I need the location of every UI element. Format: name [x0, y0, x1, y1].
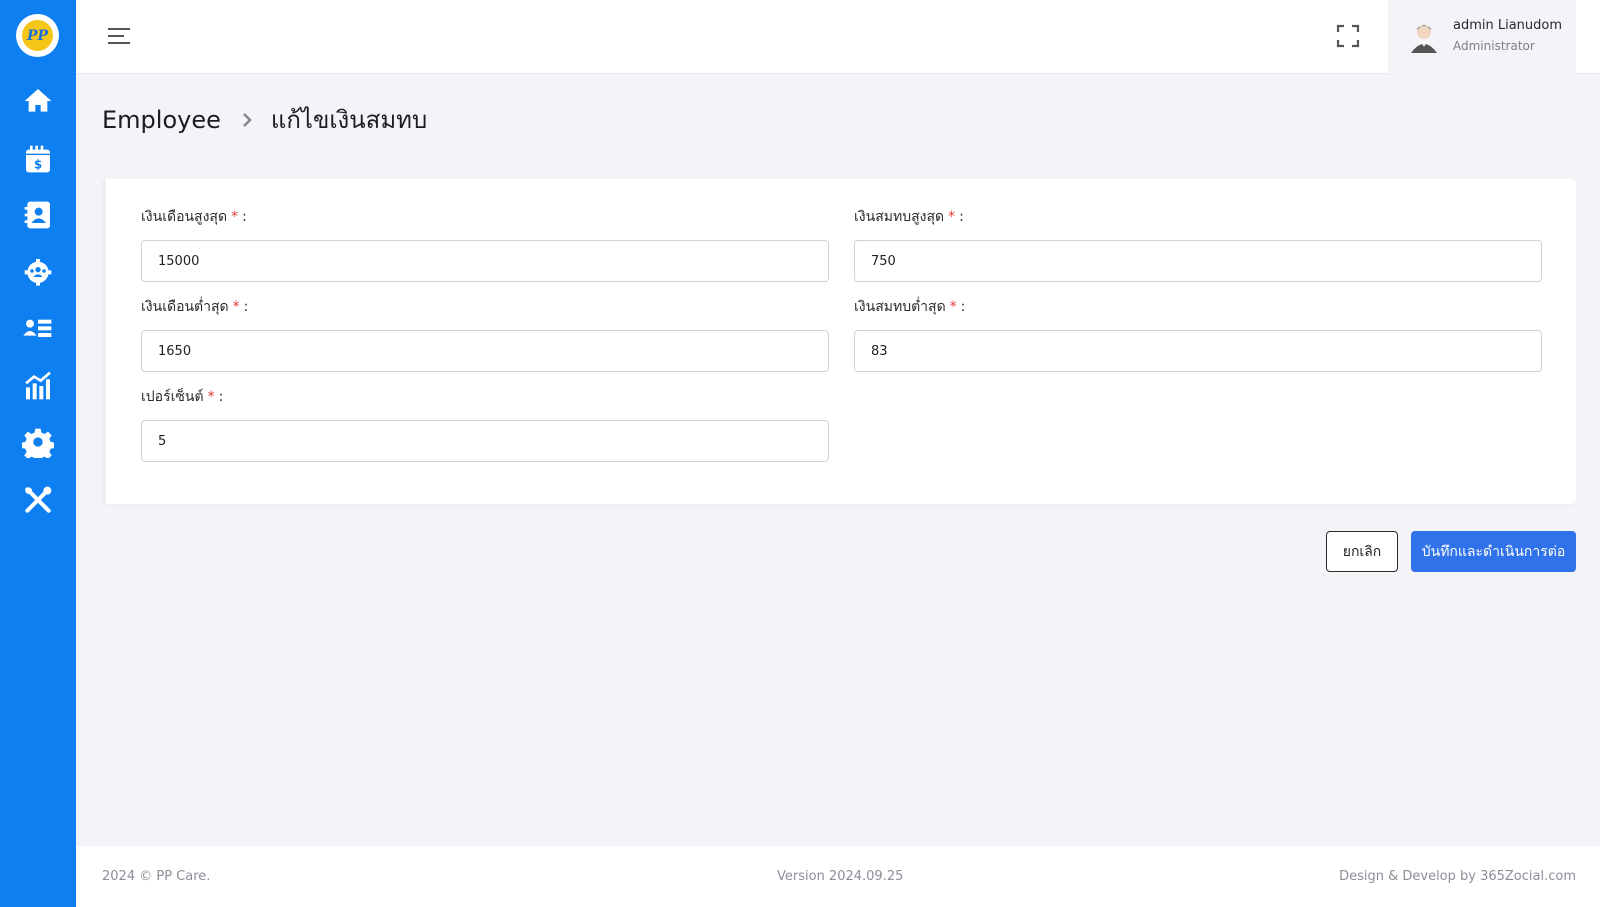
percent-field: เปอร์เซ็นต์ *: — [141, 386, 829, 462]
app-logo[interactable]: PP — [16, 14, 59, 57]
min-salary-input[interactable] — [141, 330, 829, 372]
footer-credit: Design & Develop by 365Zocial.com — [1339, 869, 1576, 884]
svg-text:$: $ — [33, 157, 41, 171]
menu-toggle-icon[interactable] — [106, 22, 134, 50]
min-contribution-field: เงินสมทบต่ำสุด *: — [854, 296, 1542, 372]
user-name: admin Lianudom — [1453, 18, 1563, 33]
cancel-button[interactable]: ยกเลิก — [1326, 531, 1398, 572]
sidebar-item-settings[interactable] — [19, 423, 56, 460]
sidebar: PP $ — [0, 0, 76, 907]
footer: 2024 © PP Care. Version 2024.09.25 Desig… — [76, 846, 1600, 907]
footer-copyright: 2024 © PP Care. — [102, 869, 211, 884]
sidebar-item-tools[interactable] — [19, 481, 56, 518]
min-contribution-input[interactable] — [854, 330, 1542, 372]
sidebar-item-user-list[interactable] — [19, 310, 56, 347]
max-contribution-field: เงินสมทบสูงสุด *: — [854, 206, 1542, 282]
salary-calendar-icon: $ — [25, 145, 50, 172]
min-salary-field: เงินเดือนต่ำสุด *: — [141, 296, 829, 372]
save-continue-button[interactable]: บันทึกและดำเนินการต่อ — [1411, 531, 1576, 572]
max-contribution-input[interactable] — [854, 240, 1542, 282]
sidebar-item-reports[interactable] — [19, 367, 56, 404]
sidebar-item-payroll[interactable]: $ — [19, 140, 56, 177]
gear-icon — [21, 428, 54, 458]
team-gear-icon — [24, 258, 51, 286]
breadcrumb: Employee แก้ไขเงินสมทบ — [102, 100, 427, 139]
user-list-icon — [22, 319, 51, 337]
fullscreen-icon[interactable] — [1334, 22, 1362, 50]
logo-mark: PP — [22, 20, 53, 51]
percent-input[interactable] — [141, 420, 829, 462]
chevron-right-icon — [242, 112, 252, 127]
max-salary-label: เงินเดือนสูงสุด *: — [141, 209, 247, 225]
contact-book-icon — [24, 201, 50, 228]
page-title: แก้ไขเงินสมทบ — [270, 106, 428, 134]
sidebar-item-contacts[interactable] — [19, 196, 56, 233]
max-contribution-label: เงินสมทบสูงสุด *: — [854, 209, 964, 225]
min-salary-label: เงินเดือนต่ำสุด *: — [141, 299, 249, 315]
avatar — [1411, 25, 1437, 53]
home-icon — [24, 88, 51, 112]
topbar: admin Lianudom Administrator — [76, 0, 1600, 74]
min-contribution-label: เงินสมทบต่ำสุด *: — [854, 299, 966, 315]
sidebar-item-home[interactable] — [19, 82, 56, 119]
sidebar-item-team[interactable] — [19, 252, 56, 289]
user-menu[interactable]: admin Lianudom Administrator — [1388, 0, 1576, 74]
user-role: Administrator — [1453, 39, 1535, 53]
breadcrumb-parent[interactable]: Employee — [102, 106, 221, 134]
max-salary-field: เงินเดือนสูงสุด *: — [141, 206, 829, 282]
percent-label: เปอร์เซ็นต์ *: — [141, 389, 224, 405]
max-salary-input[interactable] — [141, 240, 829, 282]
chart-icon — [24, 371, 51, 399]
tools-icon — [24, 486, 51, 513]
contribution-form: เงินเดือนสูงสุด*: เงินสมทบสูงสุด*: เงินเ… — [102, 179, 1576, 504]
footer-version: Version 2024.09.25 — [777, 869, 904, 884]
